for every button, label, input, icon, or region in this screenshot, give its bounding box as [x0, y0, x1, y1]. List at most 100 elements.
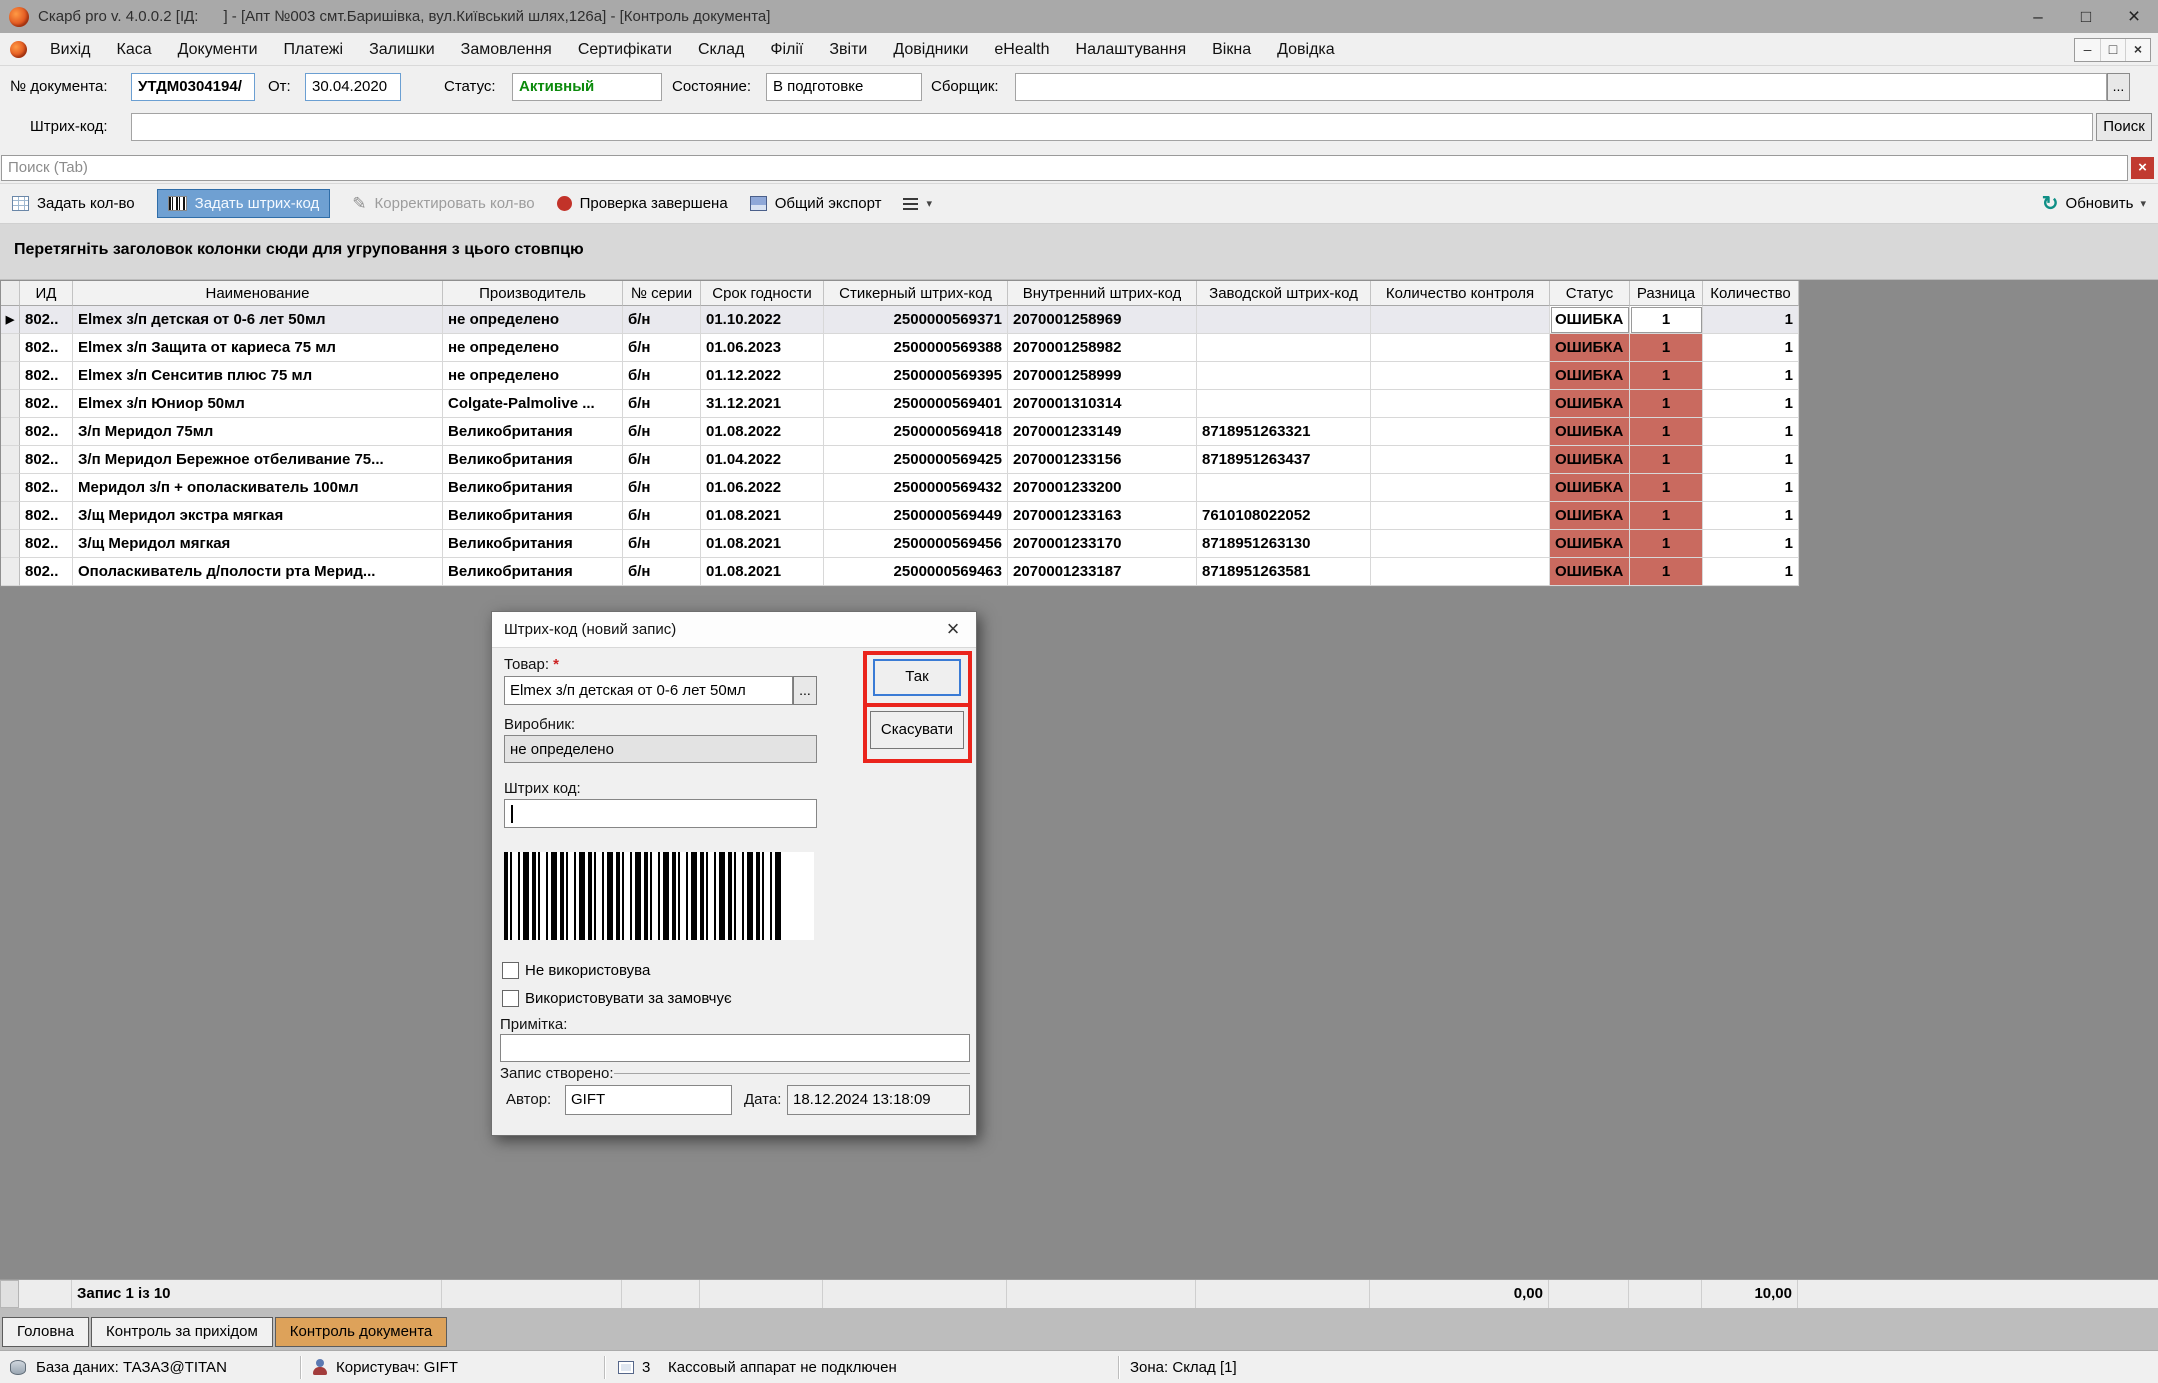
column-header[interactable]: № серии: [623, 281, 701, 306]
grid-cell[interactable]: 802..: [20, 362, 73, 390]
table-row[interactable]: 802..З/щ Меридол экстра мягкаяВеликобрит…: [1, 502, 1799, 530]
dialog-barcode-input[interactable]: [504, 799, 817, 828]
product-browse-button[interactable]: ...: [793, 676, 817, 705]
grid-cell[interactable]: 8718951263581: [1197, 558, 1371, 586]
mdi-close-button[interactable]: ×: [2125, 39, 2150, 61]
grid-cell[interactable]: 01.12.2022: [701, 362, 824, 390]
menu-item-ehealth[interactable]: eHealth: [981, 33, 1062, 66]
grid-cell[interactable]: б/н: [623, 558, 701, 586]
grid-cell[interactable]: 01.04.2022: [701, 446, 824, 474]
menu-item-звіти[interactable]: Звіти: [816, 33, 880, 66]
grid-cell[interactable]: [1371, 390, 1550, 418]
table-row[interactable]: 802..Elmex з/п Защита от кариеса 75 млне…: [1, 334, 1799, 362]
grid-cell[interactable]: 1: [1703, 334, 1799, 362]
set-barcode-button[interactable]: Задать штрих-код: [157, 189, 331, 218]
grid-cell[interactable]: 2070001258982: [1008, 334, 1197, 362]
grid-cell[interactable]: 1: [1630, 502, 1703, 530]
column-header[interactable]: Разница: [1630, 281, 1703, 306]
grid-cell[interactable]: 1: [1630, 474, 1703, 502]
table-row[interactable]: 802..З/п Меридол 75млВеликобританияб/н01…: [1, 418, 1799, 446]
grid-cell[interactable]: 802..: [20, 502, 73, 530]
grid-cell[interactable]: [1197, 306, 1371, 334]
note-input[interactable]: [500, 1034, 970, 1062]
grid-cell[interactable]: Великобритания: [443, 418, 623, 446]
grid-cell[interactable]: 01.08.2022: [701, 418, 824, 446]
not-use-checkbox[interactable]: Не використовува: [502, 962, 650, 979]
grid-cell[interactable]: 2500000569418: [824, 418, 1008, 446]
grid-cell[interactable]: 01.08.2021: [701, 558, 824, 586]
grid-cell[interactable]: 2500000569401: [824, 390, 1008, 418]
grid-cell[interactable]: 31.12.2021: [701, 390, 824, 418]
mdi-restore-button[interactable]: □: [2100, 39, 2125, 61]
grid-cell[interactable]: не определено: [443, 362, 623, 390]
table-row[interactable]: 802..Меридол з/п + ополаскиватель 100млВ…: [1, 474, 1799, 502]
column-header[interactable]: Наименование: [73, 281, 443, 306]
table-row[interactable]: 802..З/п Меридол Бережное отбеливание 75…: [1, 446, 1799, 474]
grid-cell[interactable]: 802..: [20, 530, 73, 558]
grid-cell[interactable]: 2070001233163: [1008, 502, 1197, 530]
grid-cell[interactable]: ОШИБКА: [1550, 446, 1630, 474]
grid-cell[interactable]: б/н: [623, 530, 701, 558]
grid-cell[interactable]: Colgate-Palmolive ...: [443, 390, 623, 418]
window-close-button[interactable]: ×: [2110, 0, 2158, 33]
search-button[interactable]: Поиск: [2096, 113, 2152, 141]
grid-cell[interactable]: 1: [1703, 306, 1799, 334]
grid-cell[interactable]: 01.08.2021: [701, 530, 824, 558]
grid-cell[interactable]: 2070001233149: [1008, 418, 1197, 446]
grid-cell[interactable]: 2070001233200: [1008, 474, 1197, 502]
grid-cell[interactable]: 8718951263437: [1197, 446, 1371, 474]
grid-cell[interactable]: 1: [1703, 390, 1799, 418]
grid-cell[interactable]: ОШИБКА: [1550, 502, 1630, 530]
grid-cell[interactable]: ОШИБКА: [1550, 474, 1630, 502]
grid-cell[interactable]: 2070001233156: [1008, 446, 1197, 474]
collector-input[interactable]: [1015, 73, 2107, 101]
grid-cell[interactable]: 1: [1630, 418, 1703, 446]
refresh-button[interactable]: ↻ Обновить ▾: [2042, 195, 2146, 212]
export-button[interactable]: Общий экспорт: [750, 195, 882, 212]
grid-cell[interactable]: З/щ Меридол экстра мягкая: [73, 502, 443, 530]
grid-cell[interactable]: 8718951263321: [1197, 418, 1371, 446]
grid-cell[interactable]: [1371, 418, 1550, 446]
grid-cell[interactable]: 2500000569463: [824, 558, 1008, 586]
grid-cell[interactable]: Elmex з/п детская от 0-6 лет 50мл: [73, 306, 443, 334]
grid-cell[interactable]: 802..: [20, 334, 73, 362]
grid-cell[interactable]: ОШИБКА: [1550, 306, 1630, 334]
grid-cell[interactable]: 2500000569449: [824, 502, 1008, 530]
grid-cell[interactable]: Ополаскиватель д/полости рта Мерид...: [73, 558, 443, 586]
grid-cell[interactable]: Великобритания: [443, 530, 623, 558]
grid-cell[interactable]: б/н: [623, 446, 701, 474]
column-header[interactable]: Статус: [1550, 281, 1630, 306]
grid-cell[interactable]: не определено: [443, 334, 623, 362]
grid-cell[interactable]: 2070001233187: [1008, 558, 1197, 586]
column-header[interactable]: Производитель: [443, 281, 623, 306]
grid-cell[interactable]: б/н: [623, 362, 701, 390]
grid-cell[interactable]: 2500000569388: [824, 334, 1008, 362]
table-row[interactable]: 802..Elmex з/п Юниор 50млColgate-Palmoli…: [1, 390, 1799, 418]
checkbox-icon[interactable]: [502, 990, 519, 1007]
dialog-titlebar[interactable]: Штрих-код (новий запис) ×: [492, 612, 976, 648]
grid-cell[interactable]: 802..: [20, 558, 73, 586]
column-header[interactable]: Количество контроля: [1371, 281, 1550, 306]
grid-cell[interactable]: Великобритания: [443, 558, 623, 586]
grid-cell[interactable]: 802..: [20, 306, 73, 334]
grid-cell[interactable]: 1: [1630, 306, 1703, 334]
table-row[interactable]: 802..Ополаскиватель д/полости рта Мерид.…: [1, 558, 1799, 586]
grid-cell[interactable]: не определено: [443, 306, 623, 334]
grid-cell[interactable]: [1371, 362, 1550, 390]
grid-cell[interactable]: 1: [1630, 446, 1703, 474]
grid-cell[interactable]: [1197, 390, 1371, 418]
column-header[interactable]: Заводской штрих-код: [1197, 281, 1371, 306]
grid-cell[interactable]: 01.08.2021: [701, 502, 824, 530]
doc-date-input[interactable]: 30.04.2020: [305, 73, 401, 101]
table-row[interactable]: 802..Elmex з/п Сенситив плюс 75 млне опр…: [1, 362, 1799, 390]
column-header[interactable]: Стикерный штрих-код: [824, 281, 1008, 306]
table-row[interactable]: ▶802..Elmex з/п детская от 0-6 лет 50млн…: [1, 306, 1799, 334]
grid-cell[interactable]: 2500000569456: [824, 530, 1008, 558]
grid-cell[interactable]: б/н: [623, 418, 701, 446]
menu-item-склад[interactable]: Склад: [685, 33, 757, 66]
grid-cell[interactable]: 1: [1703, 502, 1799, 530]
grid-cell[interactable]: 802..: [20, 390, 73, 418]
grid-cell[interactable]: 802..: [20, 418, 73, 446]
grid-cell[interactable]: З/п Меридол 75мл: [73, 418, 443, 446]
menu-item-філії[interactable]: Філії: [757, 33, 816, 66]
